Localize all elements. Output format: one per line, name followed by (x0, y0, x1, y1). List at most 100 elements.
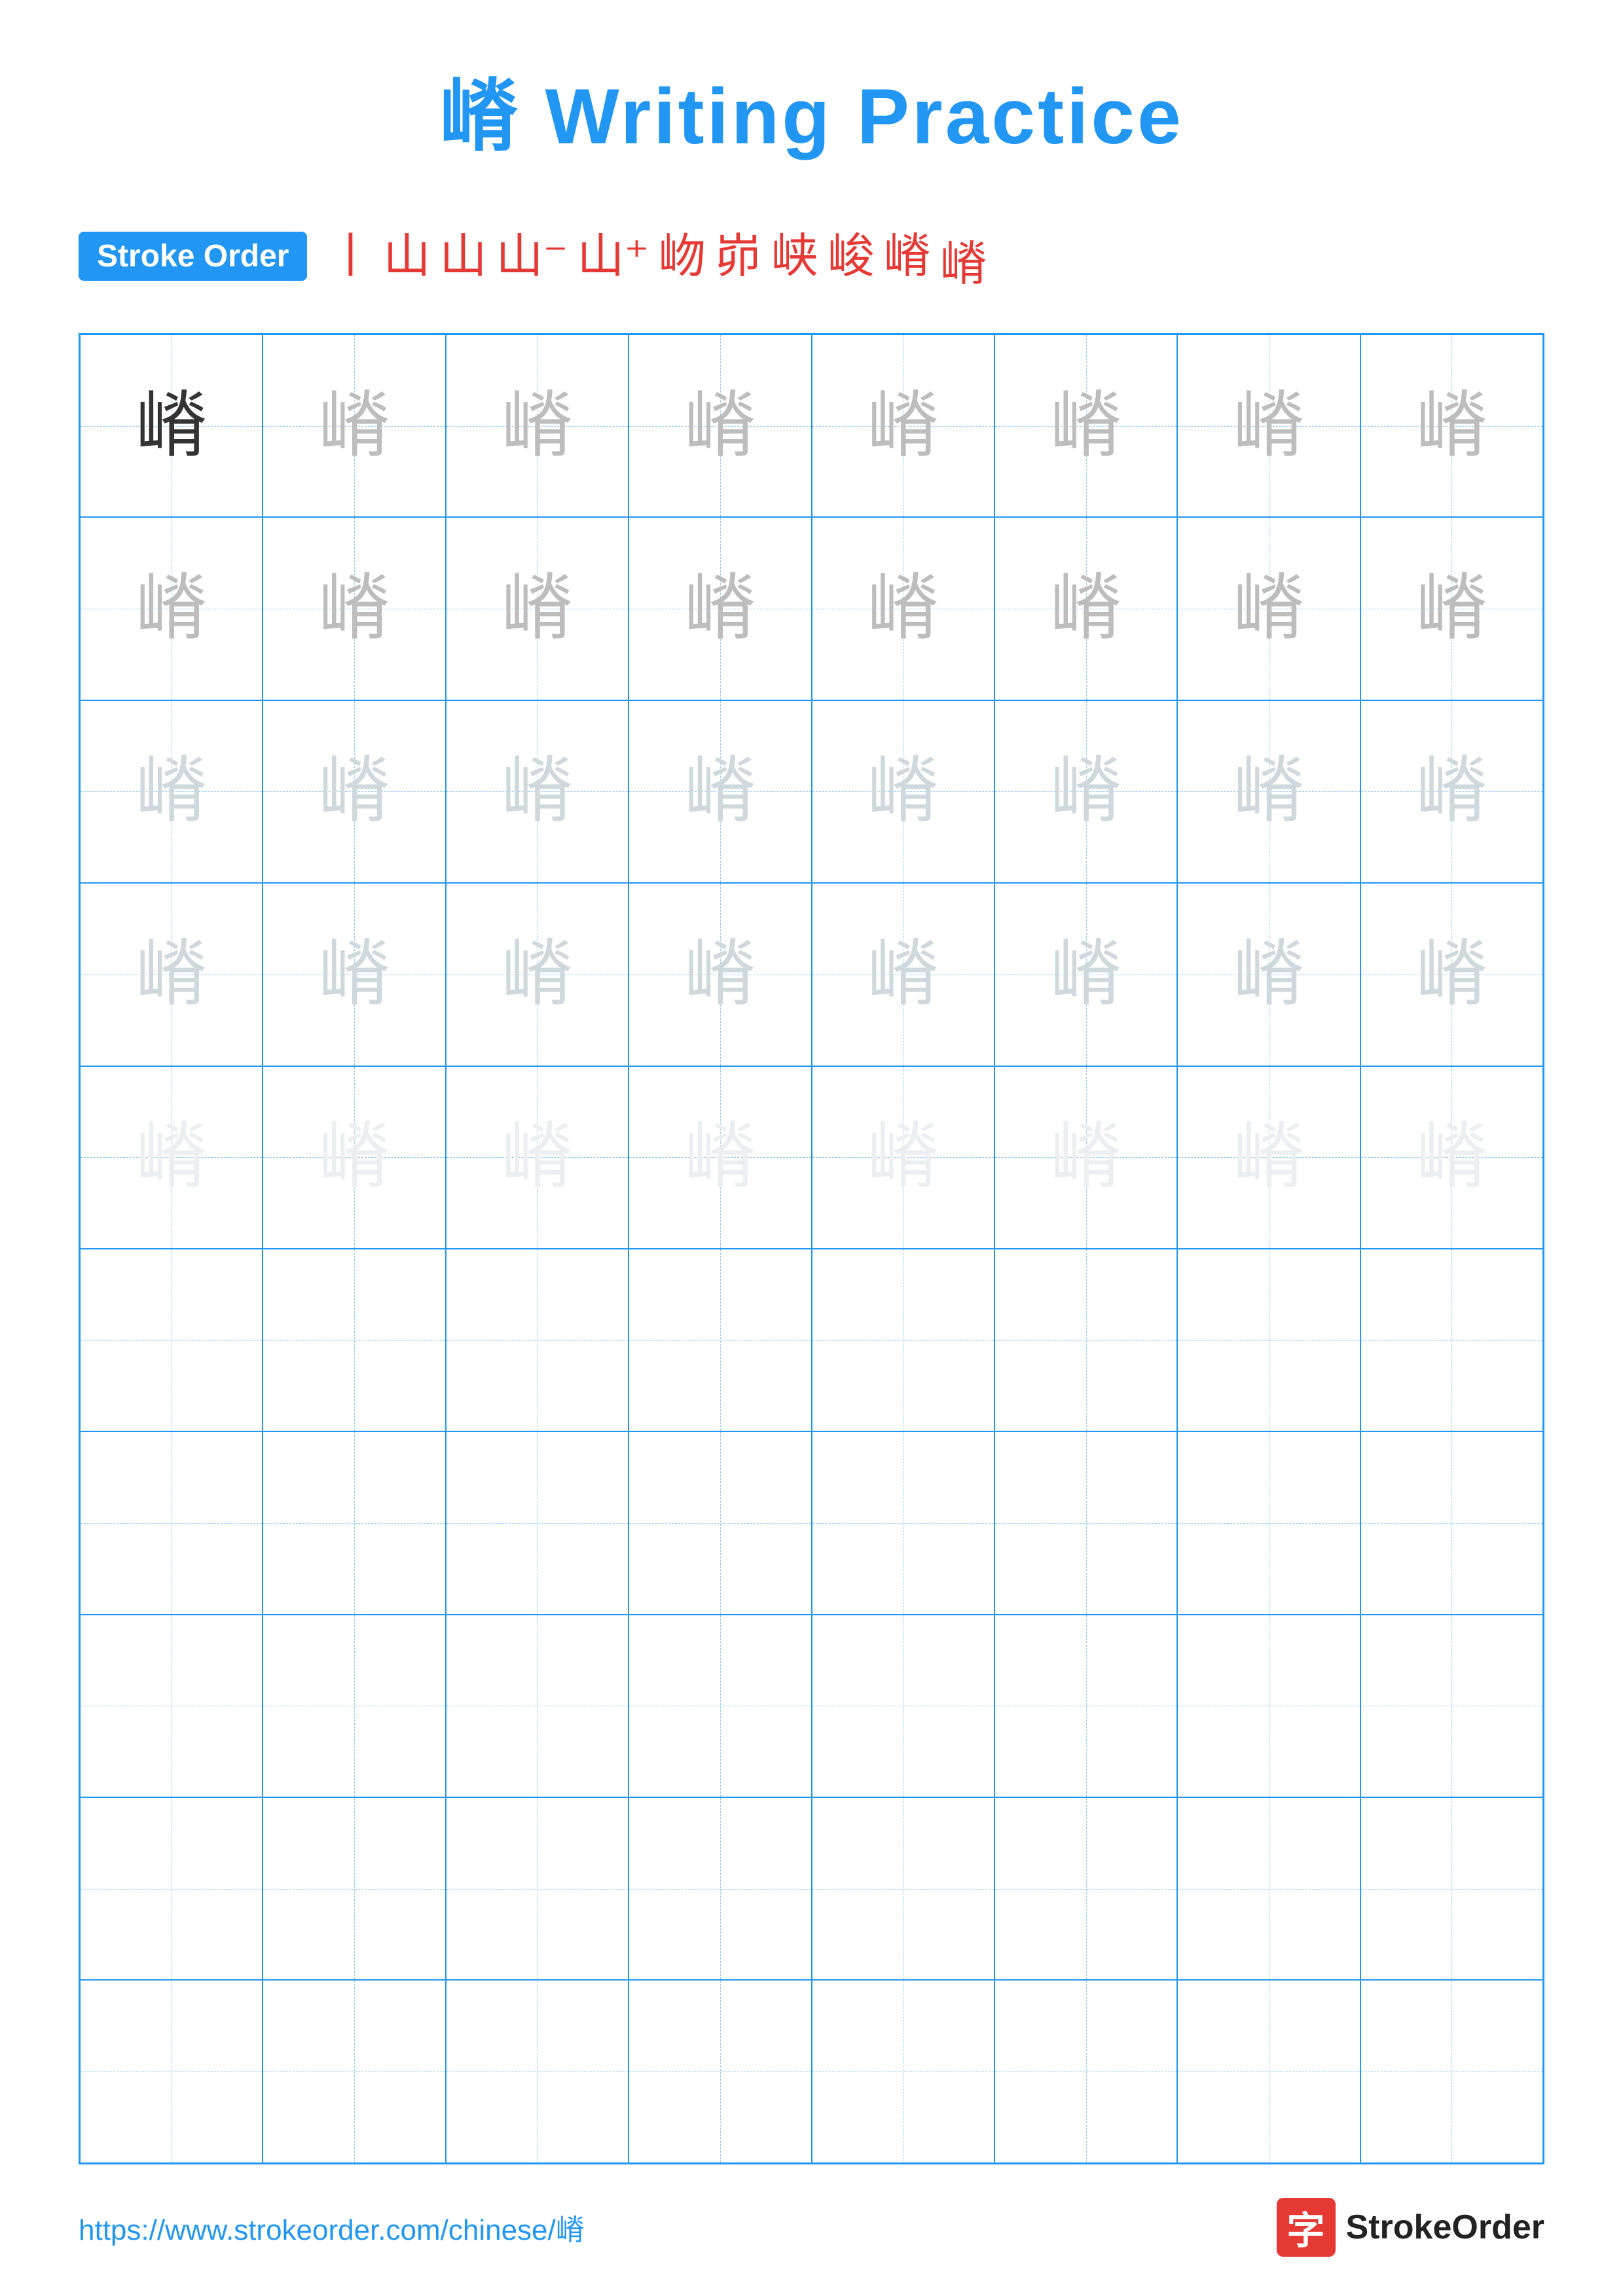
practice-grid: 嵴 嵴 嵴 嵴 嵴 嵴 嵴 嵴 嵴 嵴 嵴 嵴 嵴 嵴 嵴 嵴 嵴 嵴 嵴 嵴 … (79, 333, 1544, 2164)
practice-char: 嵴 (501, 573, 573, 645)
footer-logo-text: StrokeOrder (1346, 2208, 1544, 2247)
grid-cell: 嵴 (812, 517, 994, 700)
grid-cell-empty[interactable] (629, 1615, 811, 1797)
grid-cell-empty[interactable] (1360, 1980, 1543, 2162)
grid-cell: 嵴 (446, 517, 629, 700)
grid-cell-empty[interactable] (1360, 1431, 1543, 1614)
grid-cell-empty[interactable] (80, 1249, 263, 1431)
grid-cell: 嵴 (1360, 883, 1543, 1066)
practice-char: 嵴 (867, 390, 939, 462)
grid-cell-empty[interactable] (263, 1431, 445, 1614)
practice-char: 嵴 (1415, 939, 1487, 1011)
grid-cell: 嵴 (446, 883, 629, 1066)
stroke-sequence: 丨 山 山 山⁻ 山⁺ 岉 峁 峡 峻 嵴 (327, 233, 930, 280)
grid-cell-empty[interactable] (80, 1615, 263, 1797)
grid-cell-empty[interactable] (629, 1249, 811, 1431)
footer-url[interactable]: https://www.strokeorder.com/chinese/嵴 (79, 2206, 585, 2248)
practice-char: 嵴 (1415, 390, 1487, 462)
grid-cell: 嵴 (629, 334, 811, 517)
grid-cell-empty[interactable] (812, 1615, 994, 1797)
grid-cell-empty[interactable] (812, 1431, 994, 1614)
grid-cell-empty[interactable] (994, 1249, 1177, 1431)
grid-cell-empty[interactable] (263, 1249, 445, 1431)
grid-cell-empty[interactable] (812, 1249, 994, 1431)
grid-cell: 嵴 (446, 700, 629, 883)
practice-char: 嵴 (136, 390, 208, 462)
practice-char: 嵴 (1050, 755, 1122, 827)
practice-char: 嵴 (684, 755, 756, 827)
grid-cell-empty[interactable] (994, 1615, 1177, 1797)
practice-char: 嵴 (684, 939, 756, 1011)
grid-cell-empty[interactable] (1360, 1615, 1543, 1797)
grid-cell-empty[interactable] (1360, 1249, 1543, 1431)
practice-char: 嵴 (867, 573, 939, 645)
grid-cell-empty[interactable] (812, 1980, 994, 2162)
grid-cell-empty[interactable] (446, 1431, 629, 1614)
grid-cell: 嵴 (812, 700, 994, 883)
practice-char: 嵴 (1050, 573, 1122, 645)
grid-cell: 嵴 (994, 883, 1177, 1066)
grid-cell-empty[interactable] (446, 1249, 629, 1431)
grid-cell-empty[interactable] (1177, 1615, 1360, 1797)
grid-cell: 嵴 (263, 1066, 445, 1249)
practice-char: 嵴 (1233, 939, 1305, 1011)
grid-cell: 嵴 (80, 517, 263, 700)
grid-cell-empty[interactable] (812, 1797, 994, 1980)
grid-cell-empty[interactable] (263, 1980, 445, 2162)
grid-cell-empty[interactable] (994, 1797, 1177, 1980)
grid-cell: 嵴 (629, 883, 811, 1066)
grid-cell-empty[interactable] (1360, 1797, 1543, 1980)
grid-cell: 嵴 (263, 700, 445, 883)
grid-cell: 嵴 (80, 700, 263, 883)
grid-cell-empty[interactable] (994, 1431, 1177, 1614)
grid-cell-empty[interactable] (1177, 1980, 1360, 2162)
grid-cell: 嵴 (994, 1066, 1177, 1249)
grid-cell-empty[interactable] (629, 1431, 811, 1614)
grid-cell: 嵴 (629, 517, 811, 700)
grid-cell-empty[interactable] (446, 1797, 629, 1980)
practice-char: 嵴 (136, 573, 208, 645)
grid-cell-empty[interactable] (263, 1615, 445, 1797)
grid-cell-empty[interactable] (1177, 1797, 1360, 1980)
grid-cell: 嵴 (994, 700, 1177, 883)
grid-cell-empty[interactable] (446, 1980, 629, 2162)
practice-char: 嵴 (318, 390, 390, 462)
grid-cell-empty[interactable] (994, 1980, 1177, 2162)
practice-char: 嵴 (1415, 755, 1487, 827)
grid-cell-empty[interactable] (1177, 1431, 1360, 1614)
practice-char: 嵴 (501, 1121, 573, 1193)
grid-cell: 嵴 (1177, 517, 1360, 700)
practice-char: 嵴 (1415, 1121, 1487, 1193)
practice-char: 嵴 (1233, 390, 1305, 462)
grid-cell-empty[interactable] (80, 1431, 263, 1614)
stroke-step-6: 岉 (659, 233, 706, 280)
practice-char: 嵴 (1050, 1121, 1122, 1193)
grid-cell-empty[interactable] (629, 1797, 811, 1980)
practice-char: 嵴 (1233, 573, 1305, 645)
practice-char: 嵴 (136, 755, 208, 827)
grid-cell-empty[interactable] (446, 1615, 629, 1797)
grid-cell: 嵴 (1360, 700, 1543, 883)
practice-char: 嵴 (501, 390, 573, 462)
grid-cell-empty[interactable] (80, 1980, 263, 2162)
grid-cell: 嵴 (629, 1066, 811, 1249)
grid-cell-empty[interactable] (263, 1797, 445, 1980)
grid-cell-empty[interactable] (629, 1980, 811, 2162)
stroke-order-badge: Stroke Order (79, 232, 307, 281)
grid-cell-empty[interactable] (80, 1797, 263, 1980)
grid-cell: 嵴 (1177, 883, 1360, 1066)
grid-cell: 嵴 (812, 883, 994, 1066)
practice-char: 嵴 (1233, 1121, 1305, 1193)
stroke-step-4: 山⁻ (496, 233, 568, 280)
practice-char: 嵴 (501, 755, 573, 827)
stroke-step-7: 峁 (715, 233, 762, 280)
grid-cell-empty[interactable] (1177, 1249, 1360, 1431)
grid-cell: 嵴 (263, 517, 445, 700)
practice-char: 嵴 (318, 755, 390, 827)
stroke-step-2: 山 (383, 233, 430, 280)
grid-cell: 嵴 (1360, 517, 1543, 700)
practice-char: 嵴 (1233, 755, 1305, 827)
practice-char: 嵴 (1050, 390, 1122, 462)
stroke-step-10: 嵴 (884, 233, 931, 280)
grid-cell: 嵴 (994, 334, 1177, 517)
